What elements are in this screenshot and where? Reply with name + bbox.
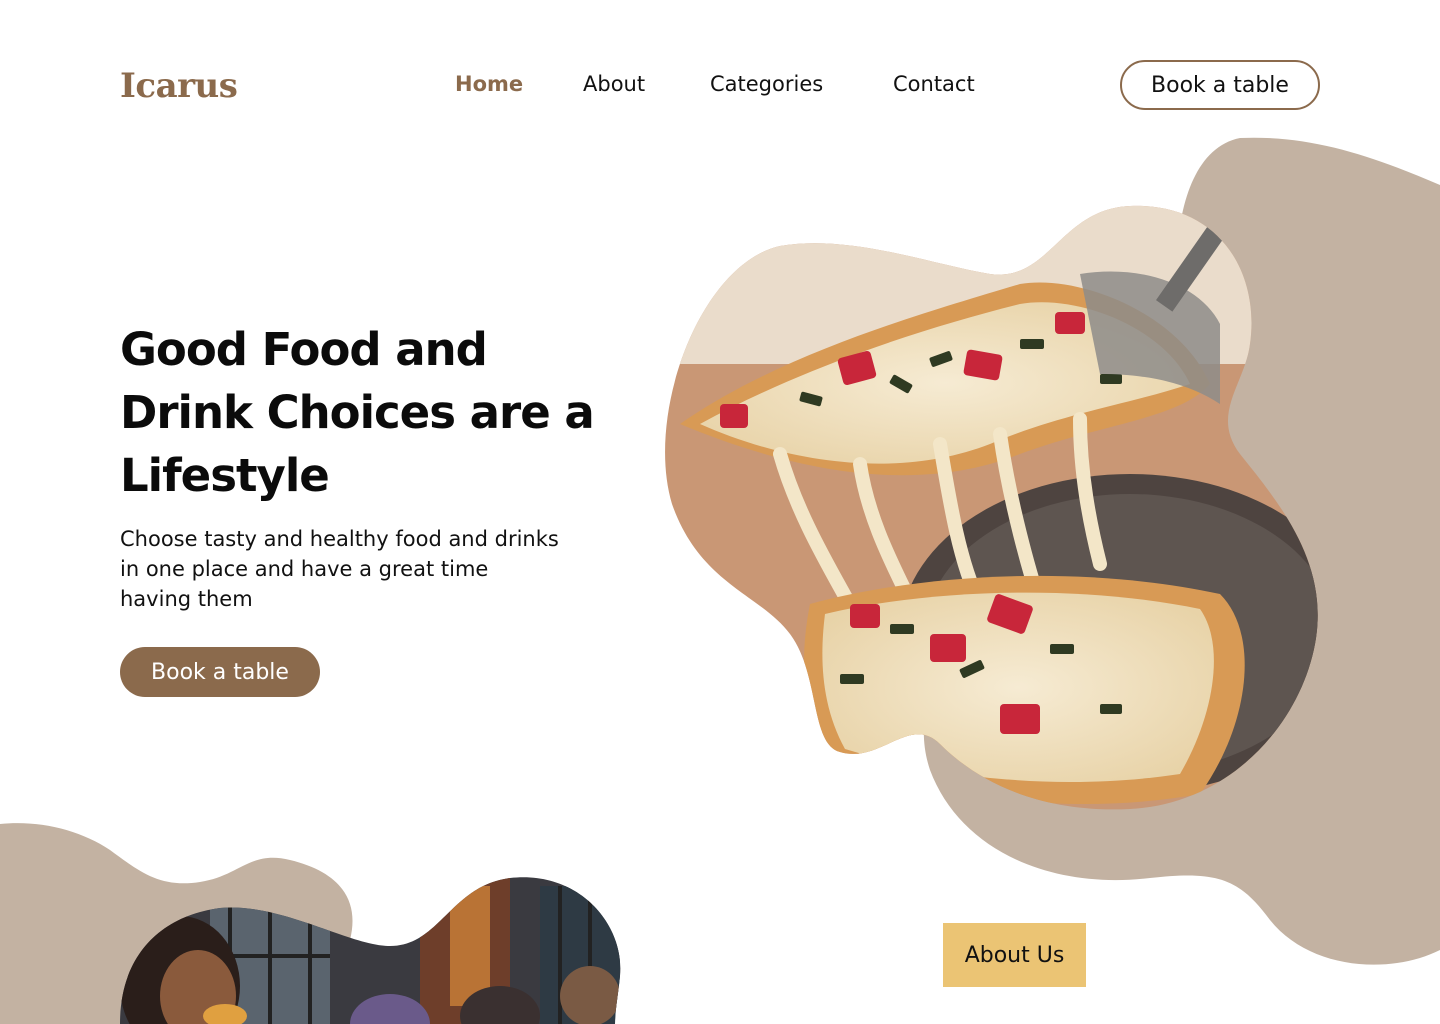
hero-title: Good Food and Drink Choices are a Lifest… xyxy=(120,318,640,507)
people-eating-photo xyxy=(120,877,621,1024)
hero-subtitle-line: Choose tasty and healthy food and drinks xyxy=(120,527,559,551)
logo[interactable]: Icarus xyxy=(120,66,238,106)
main-nav: Home About Categories Contact xyxy=(455,72,1003,96)
hero-title-line: Lifestyle xyxy=(120,449,330,502)
pizza-photo xyxy=(665,205,1318,810)
nav-item-about[interactable]: About xyxy=(583,72,710,96)
hero-subtitle-line: in one place and have a great time xyxy=(120,557,489,581)
hero-title-line: Good Food and xyxy=(120,323,488,376)
hero-book-table-button[interactable]: Book a table xyxy=(120,647,320,697)
nav-item-home[interactable]: Home xyxy=(455,72,583,96)
hero-subtitle: Choose tasty and healthy food and drinks… xyxy=(120,524,640,614)
hero-title-line: Drink Choices are a xyxy=(120,386,595,439)
nav-item-contact[interactable]: Contact xyxy=(893,72,1003,96)
about-us-badge: About Us xyxy=(943,923,1086,987)
hero-subtitle-line: having them xyxy=(120,587,253,611)
nav-item-categories[interactable]: Categories xyxy=(710,72,893,96)
header-book-table-button[interactable]: Book a table xyxy=(1120,60,1320,110)
